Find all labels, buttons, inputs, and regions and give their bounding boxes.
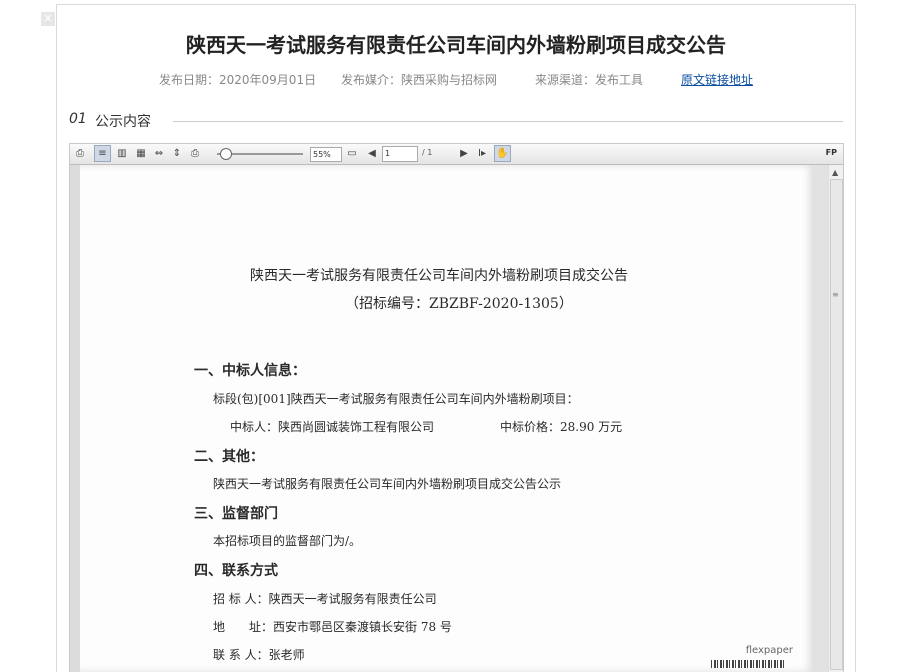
publish-date: 发布日期：2020年09月01日 [159,73,317,87]
scroll-grip-icon: ≡ [832,290,839,299]
two-page-icon[interactable]: ▥ [114,146,130,161]
page-title: 陕西天一考试服务有限责任公司车间内外墙粉刷项目成交公告 [186,33,726,57]
barcode [711,660,785,668]
section-number: 01 [69,111,87,127]
flexpaper-corner-logo: FP [825,148,837,157]
scroll-up-icon[interactable]: ▲ [832,168,838,177]
doc-title: 陕西天一考试服务有限责任公司车间内外墙粉刷项目成交公告 [250,268,628,284]
doc-s1-line: 标段(包)[001]陕西天一考试服务有限责任公司车间内外墙粉刷项目： [213,392,579,406]
doc-s4-heading: 四、联系方式 [194,563,278,579]
print-icon[interactable]: ⎙ [187,146,203,161]
close-icon[interactable]: ✕ [41,12,55,26]
viewer-toolbar: ⎙ ≡ ▥ ▦ ⇔ ⇕ ⎙ 55% ▭ ◀ 1 / 1 ▶ I▸ ✋ FP [70,144,843,165]
first-page-icon[interactable]: ⎙ [72,146,88,161]
fit-height-icon[interactable]: ⇕ [169,146,185,161]
viewer-margin [70,165,80,672]
thumbnail-icon[interactable]: ▦ [133,146,149,161]
section-header: 01 公示内容 [69,111,843,131]
document-page: 陕西天一考试服务有限责任公司车间内外墙粉刷项目成交公告 （招标编号：ZBZBF-… [80,165,815,672]
doc-s1-heading: 一、中标人信息： [194,363,306,379]
doc-s4-contact: 联 系 人：张老师 [213,648,305,662]
next-page-icon[interactable]: ▶ [456,146,472,161]
scrollbar-thumb[interactable] [830,179,843,670]
doc-code: （招标编号：ZBZBF-2020-1305） [345,296,573,312]
page-total: / 1 [422,148,433,157]
doc-s1-winner: 中标人：陕西尚圆诚装饰工程有限公司 [230,420,435,434]
fit-width-icon[interactable]: ⇔ [151,146,167,161]
doc-s1-price: 中标价格：28.90 万元 [500,420,623,434]
page-number-input[interactable]: 1 [382,146,418,162]
doc-s3-heading: 三、监督部门 [194,506,278,522]
prev-page-icon[interactable]: ◀ [364,146,380,161]
flexpaper-watermark: flexpaper [745,645,793,656]
doc-s3-line: 本招标项目的监督部门为/。 [213,534,362,548]
section-divider [173,121,843,122]
document-viewer[interactable]: ⎙ ≡ ▥ ▦ ⇔ ⇕ ⎙ 55% ▭ ◀ 1 / 1 ▶ I▸ ✋ FP 陕西… [69,143,844,672]
doc-s4-tenderer: 招 标 人：陕西天一考试服务有限责任公司 [213,592,437,606]
hand-tool-icon[interactable]: ✋ [494,145,511,162]
doc-s4-address: 地 址：西安市鄠邑区秦渡镇长安街 78 号 [213,620,452,634]
fullscreen-icon[interactable]: ▭ [344,146,360,161]
zoom-field[interactable]: 55% [310,147,342,162]
source-channel: 来源渠道：发布工具 [535,73,644,87]
single-page-icon[interactable]: ≡ [94,145,111,162]
original-link[interactable]: 原文链接地址 [681,71,753,88]
doc-s2-heading: 二、其他： [194,449,264,465]
text-select-icon[interactable]: I▸ [474,146,490,161]
zoom-slider-knob[interactable] [220,148,232,160]
section-label: 公示内容 [95,114,151,130]
doc-s2-line: 陕西天一考试服务有限责任公司车间内外墙粉刷项目成交公告公示 [213,477,562,491]
vertical-scrollbar[interactable]: ▲ ≡ [828,165,843,672]
publish-media: 发布媒介：陕西采购与招标网 [341,73,498,87]
